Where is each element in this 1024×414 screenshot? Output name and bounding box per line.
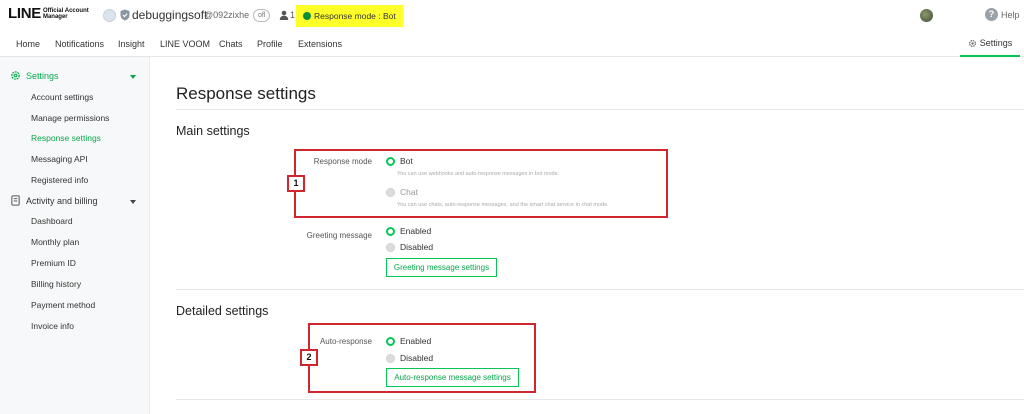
sidebar-item-payment-method[interactable]: Payment method bbox=[31, 300, 95, 310]
logo-subtext: Official Account Manager bbox=[42, 8, 89, 20]
page-title: Response settings bbox=[176, 84, 316, 103]
top-bar: LINE Official Account Manager debuggings… bbox=[0, 0, 1024, 31]
sidebar-item-invoice-info[interactable]: Invoice info bbox=[31, 321, 74, 331]
sidebar-item-account-settings[interactable]: Account settings bbox=[31, 92, 93, 102]
help-icon[interactable]: ? bbox=[985, 8, 998, 21]
radio-greeting-enabled[interactable]: Enabled bbox=[386, 226, 431, 236]
radio-unchecked-indicator bbox=[386, 242, 395, 252]
settings-gear-icon bbox=[11, 71, 20, 80]
sidebar-item-manage-permissions[interactable]: Manage permissions bbox=[31, 113, 109, 123]
sidebar-item-billing-history[interactable]: Billing history bbox=[31, 279, 81, 289]
tab-extensions[interactable]: Extensions bbox=[298, 39, 342, 49]
radio-checked-indicator bbox=[386, 226, 395, 236]
divider bbox=[176, 109, 1024, 110]
tab-notifications[interactable]: Notifications bbox=[55, 39, 104, 49]
response-mode-indicator[interactable]: Response mode : Bot bbox=[296, 5, 403, 27]
tab-settings[interactable]: Settings bbox=[960, 31, 1020, 57]
user-avatar[interactable] bbox=[920, 9, 933, 22]
sidebar-item-dashboard[interactable]: Dashboard bbox=[31, 216, 73, 226]
chevron-down-icon[interactable] bbox=[130, 200, 136, 204]
section-title-detailed: Detailed settings bbox=[176, 304, 269, 318]
tab-home[interactable]: Home bbox=[16, 39, 40, 49]
help-link[interactable]: Help bbox=[1001, 10, 1020, 20]
radio-greeting-disabled-label: Disabled bbox=[400, 242, 434, 252]
sidebar-item-registered-info[interactable]: Registered info bbox=[31, 175, 88, 185]
divider bbox=[176, 289, 1024, 290]
sidebar-item-response-settings[interactable]: Response settings bbox=[31, 133, 101, 143]
sidebar-item-monthly-plan[interactable]: Monthly plan bbox=[31, 237, 79, 247]
account-name[interactable]: debuggingsoft bbox=[132, 8, 207, 22]
sidebar-item-premium-id[interactable]: Premium ID bbox=[31, 258, 76, 268]
tab-insight[interactable]: Insight bbox=[118, 39, 145, 49]
sidebar-group-settings-label: Settings bbox=[26, 70, 59, 81]
account-id: @092zixhe bbox=[204, 10, 250, 20]
account-status-badge: ofl bbox=[253, 9, 271, 22]
friend-count: 1 bbox=[290, 10, 296, 20]
annotation-box-1 bbox=[294, 149, 668, 218]
app-logo[interactable]: LINE Official Account Manager bbox=[8, 6, 103, 22]
main-nav: Home Notifications Insight LINE VOOM Cha… bbox=[0, 31, 1024, 57]
radio-greeting-disabled[interactable]: Disabled bbox=[386, 242, 433, 252]
sidebar-group-settings[interactable]: Settings bbox=[10, 70, 59, 81]
radio-greeting-enabled-label: Enabled bbox=[400, 226, 432, 236]
friends-icon bbox=[279, 10, 289, 20]
tab-settings-label: Settings bbox=[979, 38, 1013, 48]
divider bbox=[176, 399, 1024, 400]
tab-line-voom[interactable]: LINE VOOM bbox=[160, 39, 210, 49]
sidebar-group-billing[interactable]: Activity and billing bbox=[10, 195, 98, 206]
sidebar-item-messaging-api[interactable]: Messaging API bbox=[31, 154, 88, 164]
response-mode-text: Response mode : Bot bbox=[314, 11, 396, 21]
document-icon bbox=[11, 195, 20, 206]
main-content: Response settings Main settings Response… bbox=[150, 57, 1024, 414]
shield-icon bbox=[120, 9, 130, 21]
account-avatar[interactable] bbox=[103, 9, 116, 22]
logo-text: LINE bbox=[8, 5, 41, 22]
tab-profile[interactable]: Profile bbox=[257, 39, 283, 49]
sidebar-group-billing-label: Activity and billing bbox=[26, 195, 98, 206]
tab-chats[interactable]: Chats bbox=[219, 39, 243, 49]
annotation-box-2 bbox=[308, 323, 536, 393]
greeting-message-settings-button[interactable]: Greeting message settings bbox=[386, 258, 497, 277]
sidebar: Settings Account settings Manage permiss… bbox=[0, 57, 150, 414]
annotation-number-2: 2 bbox=[300, 349, 318, 366]
gear-icon bbox=[968, 39, 976, 47]
section-title-main: Main settings bbox=[176, 124, 250, 138]
annotation-number-1: 1 bbox=[287, 175, 305, 192]
greeting-message-label: Greeting message bbox=[306, 231, 372, 240]
chevron-down-icon[interactable] bbox=[130, 75, 136, 79]
chat-bubble-icon bbox=[303, 12, 311, 20]
